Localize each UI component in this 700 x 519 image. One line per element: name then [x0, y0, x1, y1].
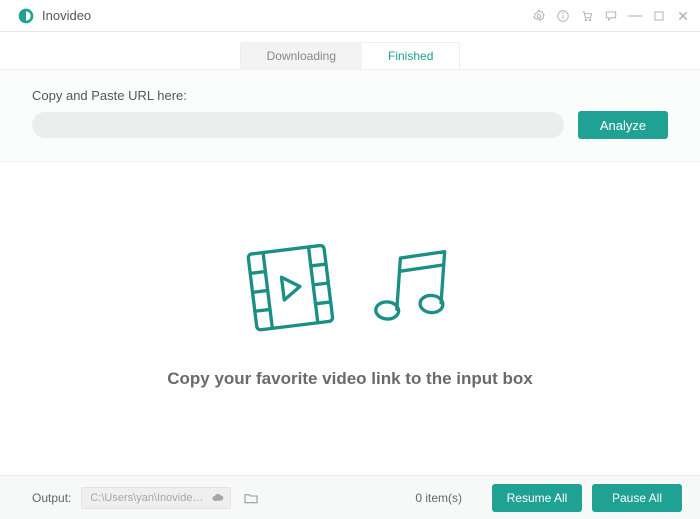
cloud-icon: [212, 492, 224, 504]
output-path-text: C:\Users\yan\Inovideo\D...: [90, 492, 208, 504]
url-panel: Copy and Paste URL here: Analyze: [0, 70, 700, 162]
output-path-selector[interactable]: C:\Users\yan\Inovideo\D...: [81, 487, 231, 509]
music-icon: [366, 236, 461, 341]
url-input[interactable]: [32, 112, 564, 138]
analyze-button[interactable]: Analyze: [578, 111, 668, 139]
resume-all-button[interactable]: Resume All: [492, 484, 582, 512]
info-icon[interactable]: [556, 9, 570, 23]
maximize-icon[interactable]: [652, 9, 666, 23]
titlebar: Inovideo — ✕: [0, 0, 700, 32]
tab-finished[interactable]: Finished: [362, 43, 459, 69]
tab-downloading[interactable]: Downloading: [241, 43, 362, 69]
empty-illustration: [239, 236, 461, 341]
close-icon[interactable]: ✕: [676, 9, 690, 23]
open-folder-icon[interactable]: [243, 490, 259, 506]
feedback-icon[interactable]: [604, 9, 618, 23]
settings-icon[interactable]: [532, 9, 546, 23]
app-logo-icon: [18, 8, 34, 24]
url-input-label: Copy and Paste URL here:: [32, 88, 668, 103]
app-name: Inovideo: [42, 8, 91, 23]
minimize-icon[interactable]: —: [628, 9, 642, 23]
video-icon: [239, 236, 344, 341]
main-empty-state: Copy your favorite video link to the inp…: [0, 162, 700, 462]
item-count: 0 item(s): [415, 491, 462, 505]
cart-icon[interactable]: [580, 9, 594, 23]
output-label: Output:: [32, 491, 71, 505]
titlebar-icons: — ✕: [532, 9, 690, 23]
empty-state-hint: Copy your favorite video link to the inp…: [167, 369, 533, 389]
tabs-container: Downloading Finished: [0, 32, 700, 70]
pause-all-button[interactable]: Pause All: [592, 484, 682, 512]
footer-bar: Output: C:\Users\yan\Inovideo\D... 0 ite…: [0, 475, 700, 519]
